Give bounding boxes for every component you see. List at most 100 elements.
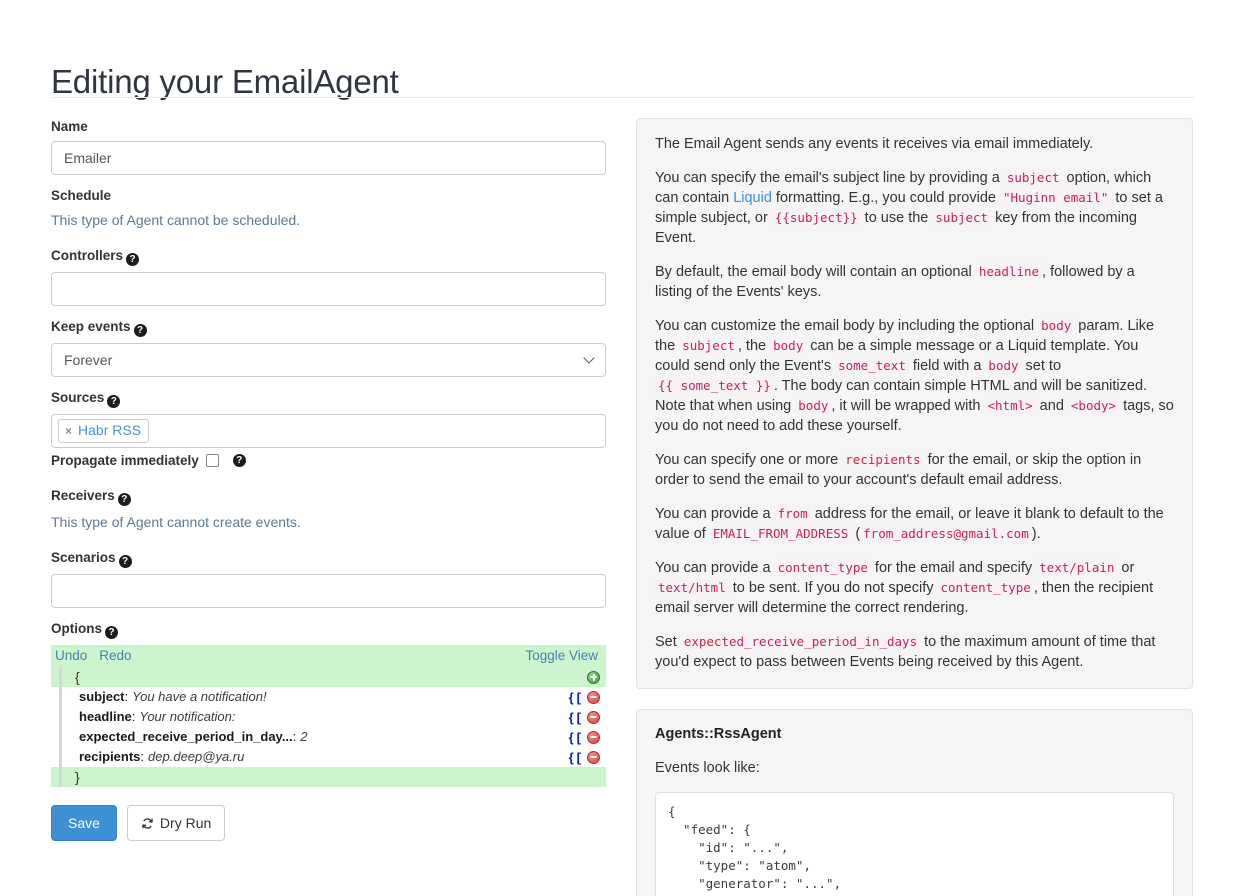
- doc-text: You can provide a: [655, 560, 775, 576]
- doc-text: set to: [1021, 358, 1062, 374]
- rss-agent-heading: Agents::RssAgent: [655, 726, 782, 742]
- help-icon[interactable]: ?: [107, 395, 121, 408]
- agent-form: Name Schedule This type of Agent cannot …: [51, 118, 608, 841]
- redo-button[interactable]: Redo: [99, 648, 131, 664]
- liquid-link[interactable]: Liquid: [733, 190, 772, 206]
- code-body: body: [1038, 317, 1075, 334]
- json-row-separator: :: [292, 729, 297, 744]
- code-recipients: recipients: [842, 451, 924, 468]
- json-row-key[interactable]: expected_receive_period_in_day...: [79, 729, 293, 744]
- indent-guide: [59, 707, 62, 727]
- json-row-actions: { [: [569, 730, 600, 744]
- doc-text: field with a: [908, 358, 986, 374]
- insert-array-button[interactable]: [: [577, 751, 581, 764]
- source-token-label: Habr RSS: [78, 422, 142, 438]
- doc-paragraph: You can customize the email body by incl…: [655, 316, 1174, 436]
- indent-guide: [59, 747, 62, 767]
- code-body: body: [770, 337, 807, 354]
- json-row-value[interactable]: You have a notification!: [132, 689, 266, 704]
- json-open-brace-row: {: [51, 667, 606, 687]
- json-row-key[interactable]: recipients: [79, 749, 140, 764]
- propagate-checkbox[interactable]: [205, 454, 219, 467]
- plus-circle-icon[interactable]: [587, 670, 600, 684]
- json-row-separator: :: [124, 689, 129, 704]
- help-icon[interactable]: ?: [118, 555, 132, 568]
- form-actions: Save Dry Run: [51, 805, 608, 841]
- schedule-note: This type of Agent cannot be scheduled.: [51, 212, 301, 228]
- doc-text: You can specify the email's subject line…: [655, 170, 1004, 186]
- json-row-key[interactable]: subject: [79, 689, 125, 704]
- json-row-value[interactable]: 2: [300, 729, 307, 744]
- scenarios-input[interactable]: [51, 574, 606, 608]
- help-icon[interactable]: ?: [126, 253, 140, 266]
- schedule-label: Schedule: [51, 188, 112, 203]
- toggle-view-button[interactable]: Toggle View: [525, 648, 598, 664]
- code-content-type: content_type: [774, 559, 871, 576]
- json-row-actions: { [: [569, 690, 600, 704]
- insert-object-button[interactable]: {: [569, 731, 574, 744]
- minus-circle-icon[interactable]: [587, 710, 600, 724]
- help-icon[interactable]: ?: [105, 626, 118, 639]
- controllers-input[interactable]: [51, 272, 606, 306]
- rss-agent-code-sample: { "feed": { "id": "...", "type": "atom",…: [655, 792, 1174, 896]
- json-editor-body: { subject:You have a notification! { [: [51, 667, 606, 787]
- json-open-brace: {: [75, 669, 80, 685]
- code-subject: subject: [1003, 169, 1063, 186]
- json-row-value[interactable]: Your notification:: [139, 709, 235, 724]
- name-input[interactable]: [51, 141, 606, 175]
- help-icon[interactable]: ?: [133, 324, 147, 337]
- json-row-value[interactable]: dep.deep@ya.ru: [148, 749, 244, 764]
- doc-text: (: [851, 526, 861, 542]
- json-close-brace: }: [75, 769, 80, 785]
- doc-text: By default, the email body will contain …: [655, 264, 976, 280]
- code-body: body: [795, 397, 832, 414]
- insert-array-button[interactable]: [: [577, 691, 581, 704]
- json-row-actions: { [: [569, 750, 600, 764]
- agent-edit-page: Editing your EmailAgent Name Schedule Th…: [0, 0, 1251, 896]
- controllers-label-text: Controllers: [51, 248, 124, 263]
- dry-run-button[interactable]: Dry Run: [126, 805, 226, 841]
- code-text-plain: text/plain: [1036, 559, 1118, 576]
- indent-guide: [59, 687, 62, 707]
- help-icon[interactable]: ?: [232, 454, 246, 467]
- sources-label: Sources?: [51, 389, 608, 408]
- undo-button[interactable]: Undo: [55, 648, 87, 664]
- json-row-actions: [584, 670, 600, 684]
- minus-circle-icon[interactable]: [587, 690, 600, 704]
- save-button[interactable]: Save: [51, 805, 117, 841]
- insert-object-button[interactable]: {: [569, 711, 574, 724]
- insert-array-button[interactable]: [: [577, 731, 581, 744]
- sources-token-field[interactable]: × Habr RSS: [51, 414, 606, 448]
- close-icon[interactable]: ×: [65, 425, 72, 437]
- minus-circle-icon[interactable]: [587, 730, 600, 744]
- indent-guide: [59, 727, 62, 747]
- doc-paragraph: You can provide a from address for the e…: [655, 504, 1174, 544]
- code-subject-template: {{subject}}: [771, 209, 861, 226]
- source-token[interactable]: × Habr RSS: [58, 419, 150, 443]
- name-label: Name: [51, 119, 88, 134]
- insert-object-button[interactable]: {: [569, 751, 574, 764]
- code-content-type: content_type: [937, 579, 1034, 596]
- doc-text: or: [1117, 560, 1135, 576]
- doc-text: You can provide a: [655, 506, 775, 522]
- rss-agent-subtext: Events look like:: [655, 760, 760, 776]
- code-headline: headline: [975, 263, 1043, 280]
- json-row-content: headline: Your notification:: [69, 707, 569, 727]
- doc-text: for the email and specify: [870, 560, 1037, 576]
- minus-circle-icon[interactable]: [587, 750, 600, 764]
- code-html-tag: <html>: [984, 397, 1036, 414]
- options-json-editor: Undo Redo Toggle View { subject: You have…: [51, 645, 606, 787]
- title-divider: [51, 97, 1194, 98]
- insert-object-button[interactable]: {: [569, 691, 574, 704]
- code-subject: subject: [679, 337, 738, 354]
- code-text-html: text/html: [655, 579, 729, 596]
- indent-guide: [59, 667, 62, 687]
- json-close-brace-row: }: [51, 767, 606, 787]
- doc-paragraph: You can provide a content_type for the e…: [655, 558, 1174, 618]
- code-body: body: [985, 357, 1022, 374]
- code-subject-key: subject: [932, 209, 992, 226]
- json-row-key[interactable]: headline: [79, 709, 132, 724]
- help-icon[interactable]: ?: [117, 493, 131, 506]
- insert-array-button[interactable]: [: [577, 711, 581, 724]
- keep-events-select[interactable]: Forever: [51, 343, 606, 377]
